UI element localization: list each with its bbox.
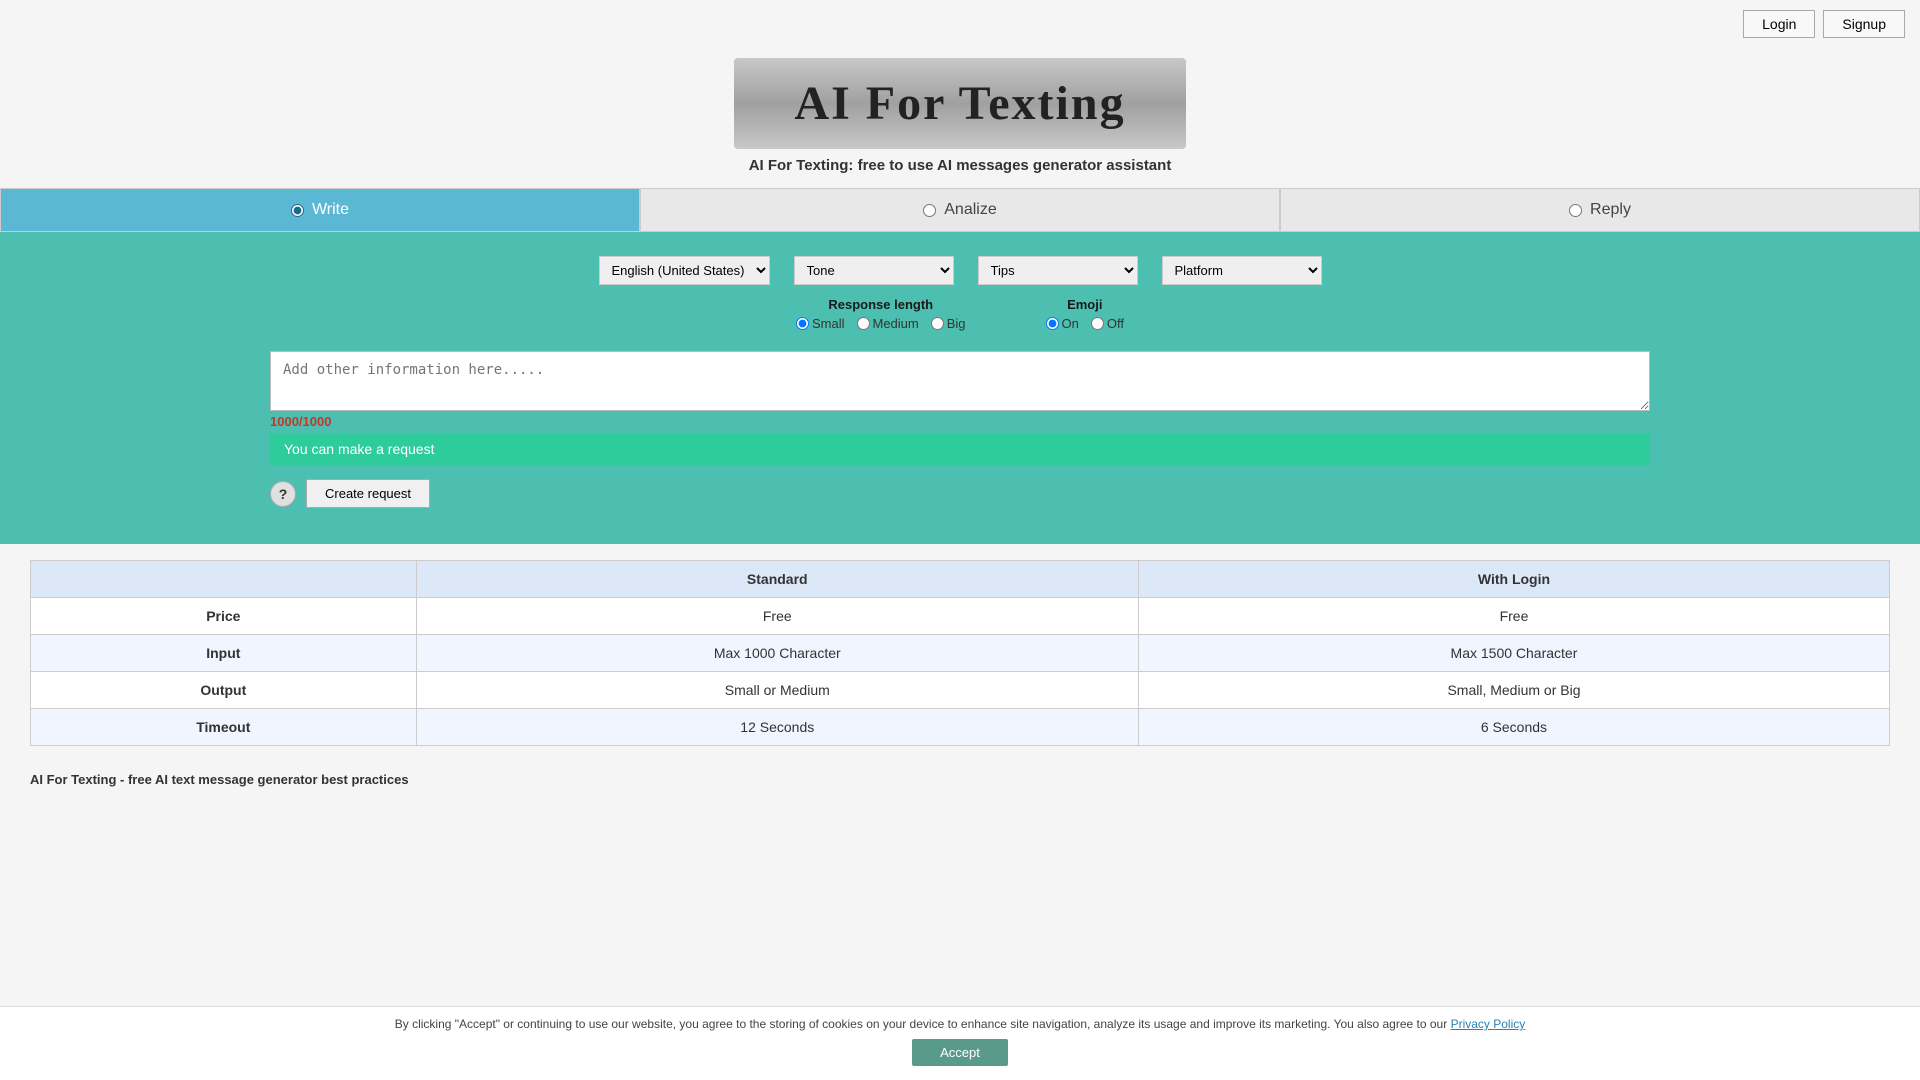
tab-analize[interactable]: Analize bbox=[640, 188, 1280, 232]
cookie-text: By clicking "Accept" or continuing to us… bbox=[395, 1017, 1451, 1031]
header: Login Signup bbox=[0, 0, 1920, 48]
emoji-off-text: Off bbox=[1107, 316, 1124, 331]
response-big-label[interactable]: Big bbox=[931, 316, 966, 331]
emoji-off-radio[interactable] bbox=[1091, 317, 1104, 330]
language-select[interactable]: English (United States) bbox=[599, 256, 770, 285]
app-subtitle: AI For Texting: free to use AI messages … bbox=[0, 157, 1920, 174]
emoji-on-label[interactable]: On bbox=[1046, 316, 1079, 331]
platform-select[interactable]: Platform SMS WhatsApp bbox=[1162, 256, 1322, 285]
tone-select[interactable]: Tone Formal Casual Friendly bbox=[794, 256, 954, 285]
response-big-radio[interactable] bbox=[931, 317, 944, 330]
feature-cell: Output bbox=[31, 672, 417, 709]
additional-info-textarea[interactable] bbox=[270, 351, 1650, 411]
response-medium-radio[interactable] bbox=[857, 317, 870, 330]
table-row: Output Small or Medium Small, Medium or … bbox=[31, 672, 1890, 709]
tab-write-label: Write bbox=[312, 201, 349, 219]
table-row: Price Free Free bbox=[31, 598, 1890, 635]
emoji-label: Emoji bbox=[1046, 297, 1124, 312]
app-title: AI For Texting bbox=[794, 76, 1125, 131]
tab-reply-label: Reply bbox=[1590, 201, 1631, 219]
standard-cell: Free bbox=[416, 598, 1138, 635]
main-panel: English (United States) Tone Formal Casu… bbox=[0, 232, 1920, 544]
tab-row: Write Analize Reply bbox=[0, 188, 1920, 232]
create-request-button[interactable]: Create request bbox=[306, 479, 430, 508]
emoji-on-radio[interactable] bbox=[1046, 317, 1059, 330]
textarea-wrapper: 1000/1000 You can make a request ? Creat… bbox=[270, 351, 1650, 508]
standard-cell: 12 Seconds bbox=[416, 709, 1138, 746]
standard-cell: Small or Medium bbox=[416, 672, 1138, 709]
with-login-cell: Max 1500 Character bbox=[1138, 635, 1889, 672]
response-length-label: Response length bbox=[796, 297, 966, 312]
tab-reply-radio[interactable] bbox=[1569, 204, 1582, 217]
response-big-text: Big bbox=[947, 316, 966, 331]
response-medium-text: Medium bbox=[873, 316, 919, 331]
table-header-row: Standard With Login bbox=[31, 561, 1890, 598]
with-login-cell: Free bbox=[1138, 598, 1889, 635]
feature-cell: Price bbox=[31, 598, 417, 635]
col-standard-header: Standard bbox=[416, 561, 1138, 598]
with-login-cell: 6 Seconds bbox=[1138, 709, 1889, 746]
emoji-off-label[interactable]: Off bbox=[1091, 316, 1124, 331]
response-small-text: Small bbox=[812, 316, 845, 331]
login-button[interactable]: Login bbox=[1743, 10, 1815, 38]
request-status-bar: You can make a request bbox=[270, 433, 1650, 465]
table-row: Input Max 1000 Character Max 1500 Charac… bbox=[31, 635, 1890, 672]
options-row: Response length Small Medium Big Emoji bbox=[20, 297, 1900, 331]
dropdowns-row: English (United States) Tone Formal Casu… bbox=[20, 256, 1900, 285]
feature-cell: Timeout bbox=[31, 709, 417, 746]
cookie-banner: By clicking "Accept" or continuing to us… bbox=[0, 1006, 1920, 1080]
table-row: Timeout 12 Seconds 6 Seconds bbox=[31, 709, 1890, 746]
col-with-login-header: With Login bbox=[1138, 561, 1889, 598]
emoji-radios: On Off bbox=[1046, 316, 1124, 331]
logo-box: AI For Texting bbox=[734, 58, 1185, 149]
best-practices-text: AI For Texting - free AI text message ge… bbox=[30, 772, 409, 787]
tab-write-radio[interactable] bbox=[291, 204, 304, 217]
bottom-actions: ? Create request bbox=[270, 479, 1650, 508]
emoji-group: Emoji On Off bbox=[1046, 297, 1124, 331]
accept-cookie-button[interactable]: Accept bbox=[912, 1039, 1008, 1066]
response-small-radio[interactable] bbox=[796, 317, 809, 330]
col-feature-header bbox=[31, 561, 417, 598]
emoji-on-text: On bbox=[1062, 316, 1079, 331]
best-practices: AI For Texting - free AI text message ge… bbox=[0, 762, 1920, 793]
with-login-cell: Small, Medium or Big bbox=[1138, 672, 1889, 709]
response-small-label[interactable]: Small bbox=[796, 316, 845, 331]
tab-analize-label: Analize bbox=[944, 201, 996, 219]
category-select[interactable]: Tips Advice Reminder bbox=[978, 256, 1138, 285]
tab-reply[interactable]: Reply bbox=[1280, 188, 1920, 232]
response-medium-label[interactable]: Medium bbox=[857, 316, 919, 331]
status-message: You can make a request bbox=[284, 441, 434, 457]
standard-cell: Max 1000 Character bbox=[416, 635, 1138, 672]
table-body: Price Free Free Input Max 1000 Character… bbox=[31, 598, 1890, 746]
help-icon[interactable]: ? bbox=[270, 481, 296, 507]
privacy-policy-link[interactable]: Privacy Policy bbox=[1451, 1017, 1526, 1031]
tab-write[interactable]: Write bbox=[0, 188, 640, 232]
tab-analize-radio[interactable] bbox=[923, 204, 936, 217]
char-count: 1000/1000 bbox=[270, 414, 1650, 429]
table-section: Standard With Login Price Free Free Inpu… bbox=[0, 544, 1920, 762]
signup-button[interactable]: Signup bbox=[1823, 10, 1905, 38]
logo-container: AI For Texting bbox=[0, 58, 1920, 149]
response-length-group: Response length Small Medium Big bbox=[796, 297, 966, 331]
feature-cell: Input bbox=[31, 635, 417, 672]
response-length-radios: Small Medium Big bbox=[796, 316, 966, 331]
comparison-table: Standard With Login Price Free Free Inpu… bbox=[30, 560, 1890, 746]
